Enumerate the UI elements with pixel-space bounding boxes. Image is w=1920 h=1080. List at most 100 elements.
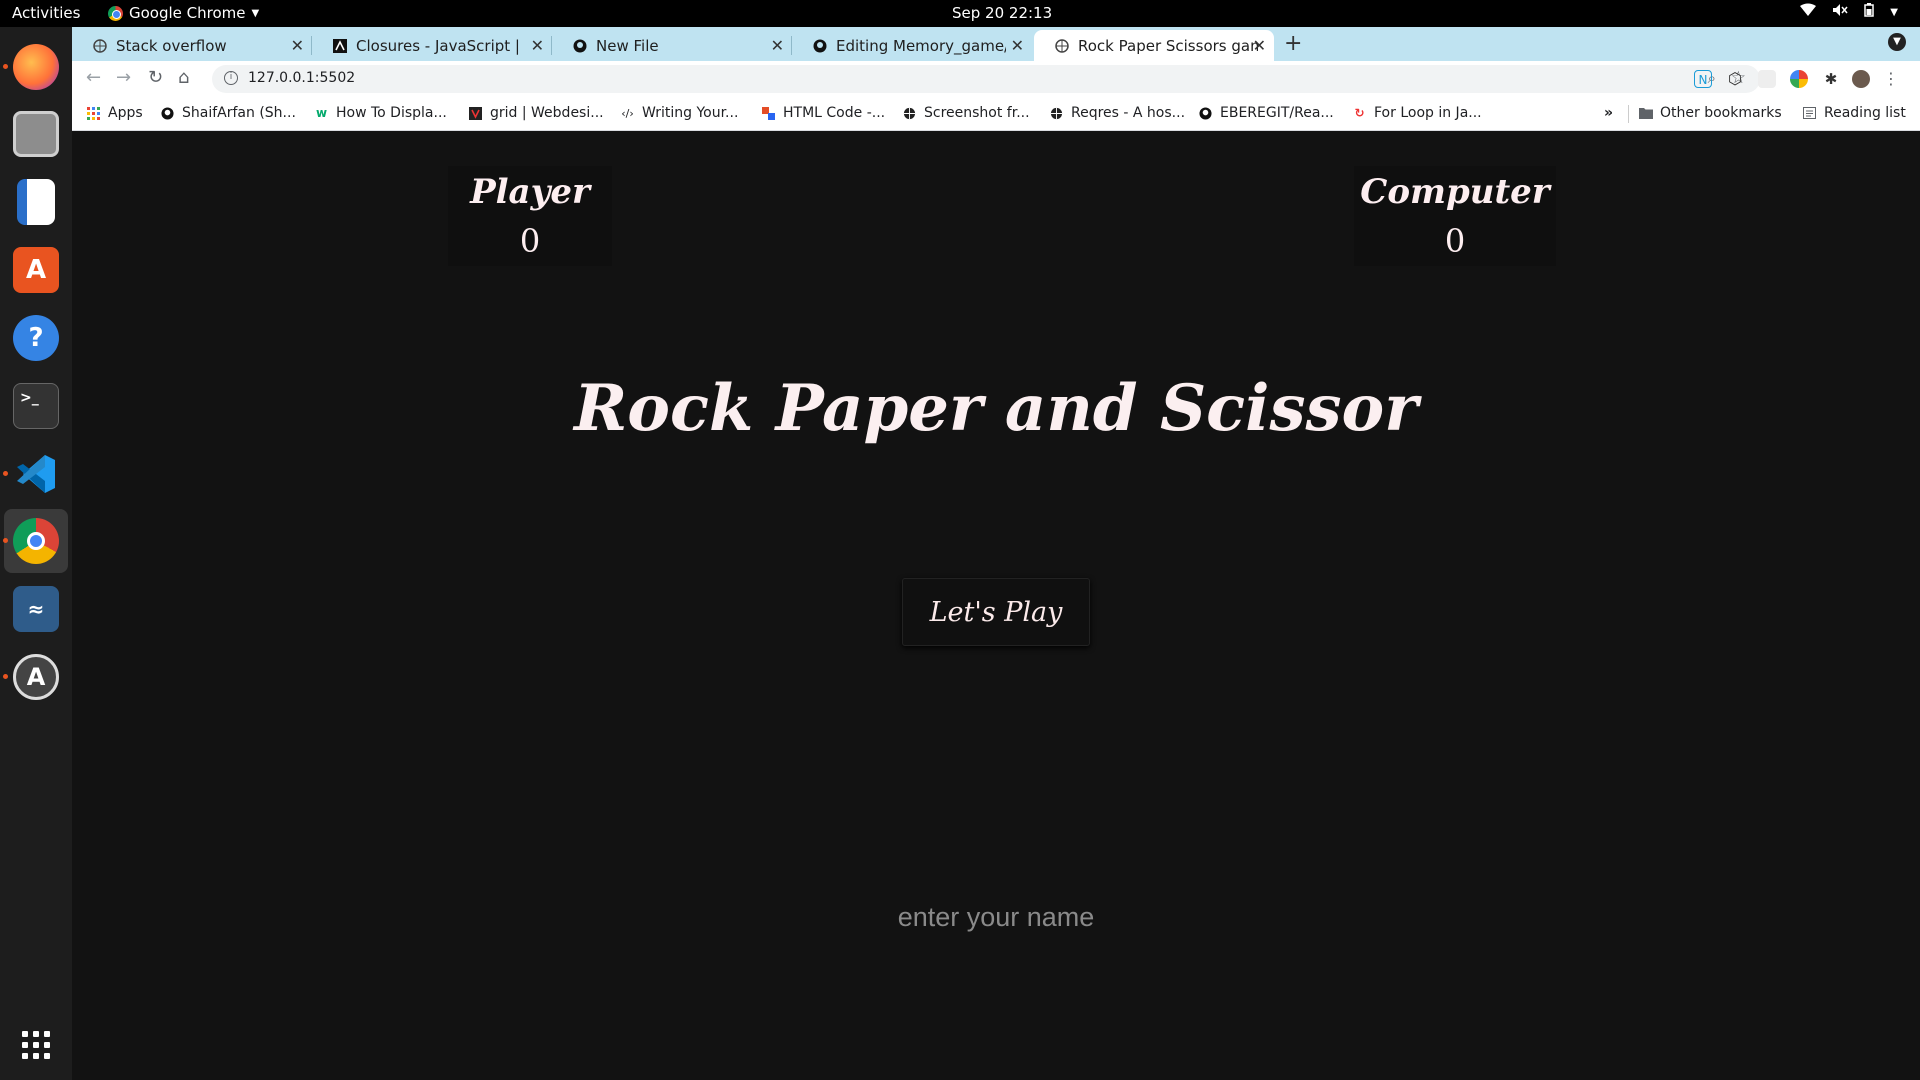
back-arrow-icon[interactable]: ← [86,67,101,88]
bookmark-how-to-display[interactable]: w How To Displa... [314,105,447,121]
dock-updater[interactable]: A [3,645,68,709]
github-icon [160,106,175,121]
tab-editing-memory-game[interactable]: Editing Memory_game/RE ✕ [792,30,1032,61]
close-icon[interactable]: ✕ [291,36,304,55]
extension-n-icon[interactable]: N [1694,70,1712,88]
loop-icon: ↻ [1354,106,1365,120]
extension-blank-icon[interactable] [1758,70,1776,88]
dock-help[interactable]: ? [4,306,68,370]
volume-muted-icon [1832,3,1848,21]
browser-toolbar: ← → ↻ ⌂ i 127.0.0.1:5502 ⌕ ☆ N ⬡ ✱ ⋮ [72,61,1920,97]
other-bookmarks-folder[interactable]: Other bookmarks [1638,105,1782,121]
tab-label: Closures - JavaScript | MD [356,36,526,55]
tab-rock-paper-scissors[interactable]: Rock Paper Scissors game ✕ [1034,30,1274,61]
dock-writer[interactable] [4,170,68,234]
close-icon[interactable]: ✕ [1011,36,1024,55]
bookmark-label: Other bookmarks [1660,105,1782,121]
mdn-icon [332,38,348,54]
firefox-icon [13,44,59,90]
clock[interactable]: Sep 20 22:13 [952,4,1052,22]
wifi-icon [1800,3,1817,21]
dock-firefox[interactable] [3,35,68,99]
files-icon [13,111,59,157]
site-info-icon[interactable]: i [224,71,238,85]
code-icon: ‹/› [621,106,634,120]
bookmark-eberegit[interactable]: EBEREGIT/Rea... [1198,105,1334,121]
tab-label: Editing Memory_game/RE [836,36,1006,55]
bookmark-apps[interactable]: Apps [86,105,143,121]
dock-mysql-workbench[interactable]: ≈ [4,577,68,641]
running-indicator [3,471,8,476]
globe-icon [1049,106,1064,121]
close-icon[interactable]: ✕ [771,36,784,55]
bookmark-label: For Loop in Ja... [1374,105,1482,121]
computer-label: Computer [1360,172,1550,212]
reading-list-button[interactable]: Reading list [1802,105,1906,121]
dock: A ? >_ ≈ A [0,27,72,1080]
game-page: Player 0 Computer 0 Rock Paper and Sciss… [72,131,1920,1080]
activities-button[interactable]: Activities [12,4,80,22]
bookmark-label: Screenshot fr... [924,105,1030,121]
home-icon[interactable]: ⌂ [178,67,189,88]
system-top-bar: Activities Google Chrome ▼ Sep 20 22:13 … [0,0,1920,27]
dock-vscode[interactable] [3,442,68,506]
globe-icon [1054,38,1070,54]
globe-icon [92,38,108,54]
github-icon [812,38,828,54]
bookmark-shaifarfan[interactable]: ShaifArfan (Sh... [160,105,296,121]
bookmark-screenshot[interactable]: Screenshot fr... [902,105,1030,121]
reload-icon[interactable]: ↻ [148,67,163,88]
bookmark-grid-webdesign[interactable]: grid | Webdesi... [468,105,604,121]
lets-play-button[interactable]: Let's Play [902,578,1090,646]
system-menu-caret-icon: ▼ [1890,6,1898,18]
url-text[interactable]: 127.0.0.1:5502 [248,70,355,86]
running-indicator [3,674,8,679]
bookmark-reqres[interactable]: Reqres - A hos... [1049,105,1185,121]
forward-arrow-icon[interactable]: → [116,67,131,88]
dock-files[interactable] [4,102,68,166]
profile-avatar[interactable] [1852,70,1870,88]
tab-new-file[interactable]: New File ✕ [552,30,792,61]
tab-closures-mdn[interactable]: Closures - JavaScript | MD ✕ [312,30,552,61]
dock-software[interactable]: A [4,238,68,302]
bookmark-label: grid | Webdesi... [490,105,604,121]
tab-stack-overflow[interactable]: Stack overflow ✕ [72,30,312,61]
bookmark-label: ShaifArfan (Sh... [182,105,296,121]
name-input[interactable] [796,897,1196,937]
player-score: 0 [519,222,541,260]
help-icon: ? [13,315,59,361]
computer-score-card: Computer 0 [1354,166,1556,266]
bookmarks-bar: Apps ShaifArfan (Sh... w How To Displa..… [72,97,1920,131]
bookmark-html-code[interactable]: HTML Code -... [761,105,885,121]
system-tray[interactable]: ▼ [1800,3,1898,21]
tab-strip: Stack overflow ✕ Closures - JavaScript |… [72,27,1920,61]
bookmark-for-loop[interactable]: ↻ For Loop in Ja... [1352,105,1482,121]
github-icon [1198,106,1213,121]
game-title: Rock Paper and Scissor [574,371,1418,446]
dock-chrome[interactable] [3,509,68,573]
battery-icon [1864,3,1875,21]
app-menu[interactable]: Google Chrome ▼ [108,4,259,22]
player-label: Player [470,172,590,212]
extensions-puzzle-icon[interactable]: ✱ [1822,70,1840,88]
extension-color-icon[interactable] [1790,70,1808,88]
browser-window: Stack overflow ✕ Closures - JavaScript |… [72,27,1920,1080]
bookmark-writing-your[interactable]: ‹/› Writing Your... [620,105,738,121]
tab-search-icon[interactable]: ▼ [1888,33,1906,51]
show-applications-button[interactable] [4,1013,68,1077]
address-bar[interactable]: i 127.0.0.1:5502 ⌕ ☆ [212,65,1760,93]
bookmark-label: How To Displa... [336,105,447,121]
tab-label: Stack overflow [116,36,227,55]
extension-cube-icon[interactable]: ⬡ [1726,70,1744,88]
webdesign-icon [468,106,483,121]
bookmark-label: Writing Your... [642,105,739,121]
close-icon[interactable]: ✕ [1253,36,1266,55]
bookmark-label: EBEREGIT/Rea... [1220,105,1334,121]
close-icon[interactable]: ✕ [531,36,544,55]
dock-terminal[interactable]: >_ [4,374,68,438]
more-bookmarks-button[interactable]: » [1604,105,1613,121]
running-indicator [3,538,8,543]
new-tab-button[interactable]: + [1284,31,1302,56]
more-menu-icon[interactable]: ⋮ [1882,70,1900,88]
software-icon: A [13,247,59,293]
